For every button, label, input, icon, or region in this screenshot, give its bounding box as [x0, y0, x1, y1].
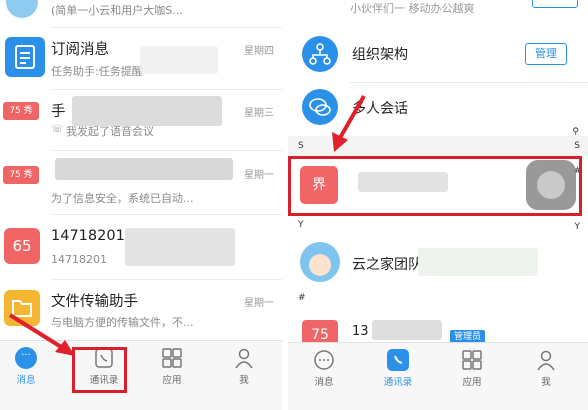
messages-screen: (简单一小云和用户大咖S... 订阅消息 任务助手:任务提醒 星期四 75 秀 …: [0, 0, 282, 410]
arrow-annotation: [8, 313, 75, 356]
arrow-annotation: [332, 95, 366, 152]
contacts-screen: 小伙伴们一 移动办公越爽 组织架构 管理 多人会话 S ⚲ S 界 # Y Y: [288, 0, 588, 410]
